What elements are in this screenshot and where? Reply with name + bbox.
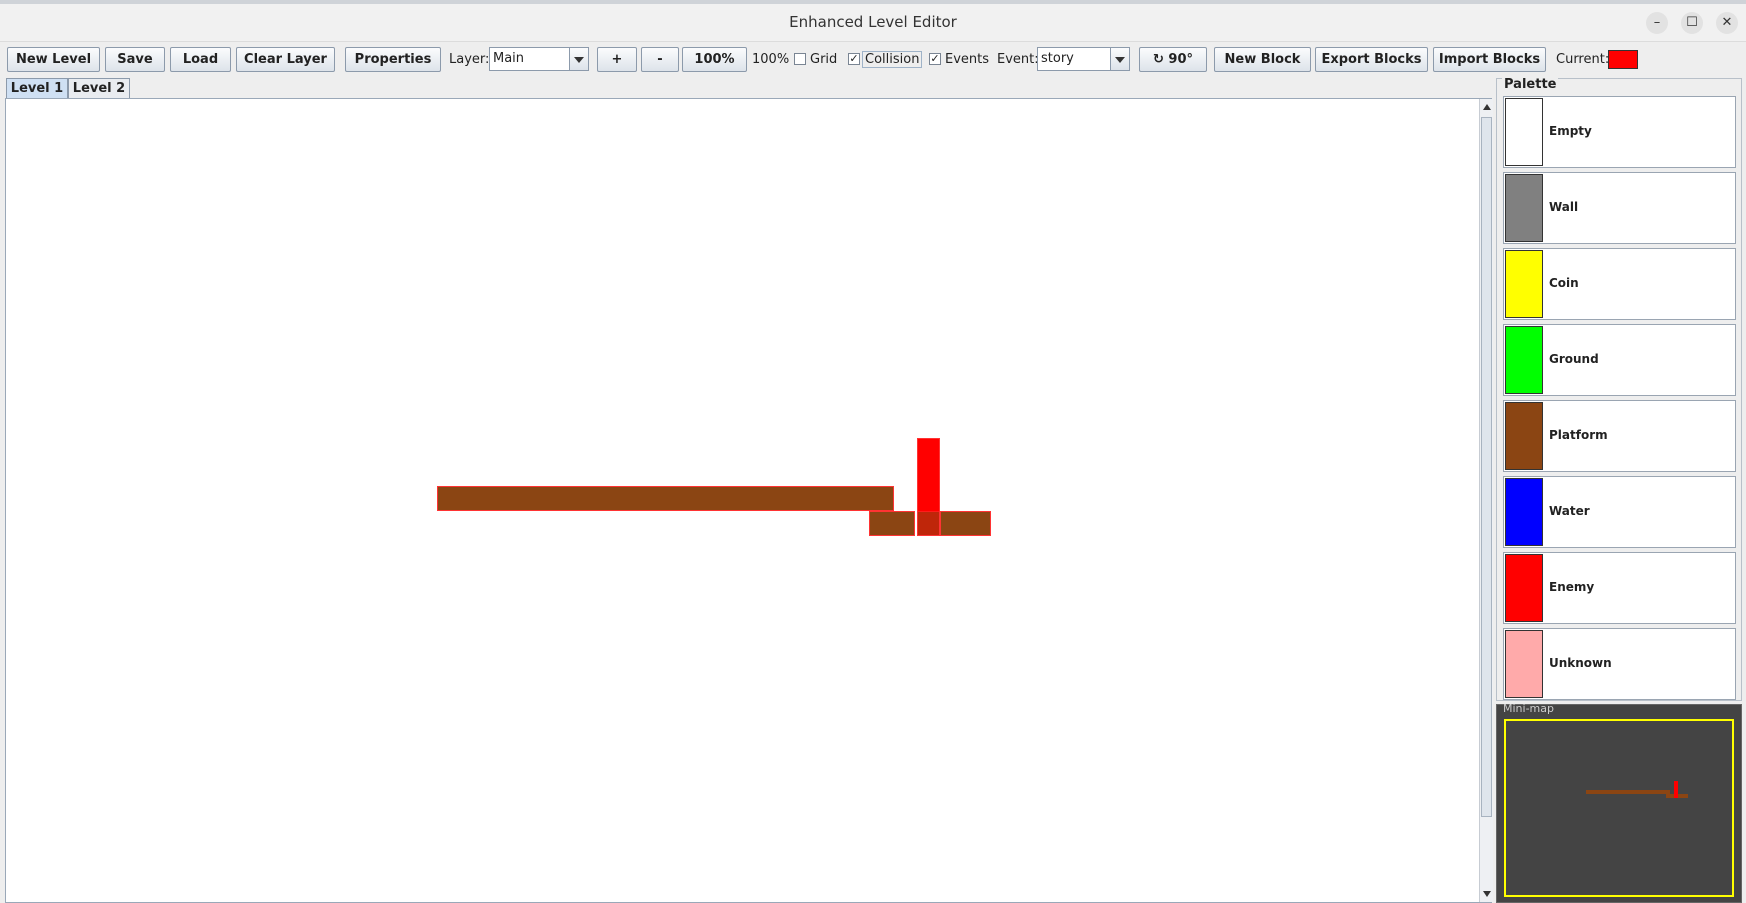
palette-swatch: [1505, 250, 1543, 318]
zoom-out-button[interactable]: -: [641, 47, 679, 72]
current-label: Current:: [1556, 52, 1610, 67]
minimize-button[interactable]: –: [1646, 12, 1668, 34]
scrollbar-thumb[interactable]: [1481, 117, 1492, 817]
platform-block[interactable]: [940, 511, 991, 536]
palette-item-platform[interactable]: Platform: [1503, 400, 1736, 472]
event-label: Event:: [997, 52, 1039, 67]
tab-level-2[interactable]: Level 2: [68, 78, 130, 98]
chevron-down-icon[interactable]: [569, 48, 588, 70]
new-block-button[interactable]: New Block: [1214, 47, 1311, 72]
events-checkbox[interactable]: ✓: [929, 53, 941, 65]
palette-item-label: Platform: [1549, 428, 1608, 442]
palette-item-label: Ground: [1549, 352, 1599, 366]
palette-item-label: Enemy: [1549, 580, 1595, 594]
window-title: Enhanced Level Editor: [789, 13, 957, 31]
palette-swatch: [1505, 402, 1543, 470]
palette-swatch: [1505, 630, 1543, 698]
title-bar: Enhanced Level Editor – ☐ ✕: [0, 4, 1746, 42]
minimap-panel[interactable]: Mini-map: [1496, 702, 1742, 903]
zoom-reset-button[interactable]: 100%: [682, 47, 747, 72]
palette-swatch: [1505, 174, 1543, 242]
minimap-platform: [1586, 790, 1670, 794]
minimap-title: Mini-map: [1503, 702, 1554, 715]
palette-item-ground[interactable]: Ground: [1503, 324, 1736, 396]
palette-swatch: [1505, 554, 1543, 622]
vertical-scrollbar[interactable]: [1479, 99, 1493, 902]
rotate-button[interactable]: ↻ 90°: [1139, 47, 1207, 72]
palette-item-enemy[interactable]: Enemy: [1503, 552, 1736, 624]
chevron-down-icon[interactable]: [1110, 48, 1129, 70]
collision-checkbox[interactable]: ✓: [848, 53, 860, 65]
palette-item-wall[interactable]: Wall: [1503, 172, 1736, 244]
event-select[interactable]: story: [1037, 47, 1130, 71]
collision-label: Collision: [862, 51, 923, 68]
zoom-in-button[interactable]: +: [597, 47, 637, 72]
export-blocks-button[interactable]: Export Blocks: [1315, 47, 1428, 72]
event-select-value: story: [1041, 51, 1074, 66]
tab-level-1[interactable]: Level 1: [6, 78, 68, 98]
layer-label: Layer:: [449, 52, 490, 67]
platform-block[interactable]: [869, 511, 915, 536]
zoom-readout: 100%: [752, 52, 790, 67]
palette-item-water[interactable]: Water: [1503, 476, 1736, 548]
palette-item-label: Coin: [1549, 276, 1579, 290]
minimap-viewport[interactable]: [1504, 719, 1734, 897]
palette-swatch: [1505, 98, 1543, 166]
scroll-down-icon[interactable]: [1483, 891, 1491, 897]
layer-select[interactable]: Main: [489, 47, 589, 71]
palette-swatch: [1505, 326, 1543, 394]
palette-item-unknown[interactable]: Unknown: [1503, 628, 1736, 700]
new-level-button[interactable]: New Level: [7, 47, 100, 72]
palette-item-label: Empty: [1549, 124, 1592, 138]
palette-item-label: Wall: [1549, 200, 1579, 214]
palette-title: Palette: [1502, 77, 1559, 92]
events-label: Events: [945, 52, 990, 67]
maximize-button[interactable]: ☐: [1681, 12, 1703, 34]
load-button[interactable]: Load: [170, 47, 231, 72]
level-tabs: Level 1 Level 2: [0, 76, 1490, 98]
import-blocks-button[interactable]: Import Blocks: [1433, 47, 1546, 72]
grid-label: Grid: [810, 52, 838, 67]
editor-window: Enhanced Level Editor – ☐ ✕ New Level Sa…: [0, 4, 1746, 903]
palette-item-label: Unknown: [1549, 656, 1612, 670]
palette-item-coin[interactable]: Coin: [1503, 248, 1736, 320]
grid-checkbox[interactable]: [794, 53, 806, 65]
platform-block[interactable]: [437, 486, 894, 511]
current-color-swatch: [1608, 50, 1638, 69]
layer-select-value: Main: [493, 51, 525, 66]
platform-block[interactable]: [917, 511, 940, 536]
palette-panel: Palette Empty Wall Coin Ground Platform …: [1496, 77, 1742, 701]
minimap-enemy: [1674, 781, 1678, 798]
palette-item-empty[interactable]: Empty: [1503, 96, 1736, 168]
clear-layer-button[interactable]: Clear Layer: [236, 47, 335, 72]
scroll-up-icon[interactable]: [1483, 104, 1491, 110]
level-canvas[interactable]: [5, 98, 1493, 903]
close-button[interactable]: ✕: [1716, 12, 1738, 34]
palette-item-label: Water: [1549, 504, 1590, 518]
properties-button[interactable]: Properties: [345, 47, 441, 72]
palette-swatch: [1505, 478, 1543, 546]
save-button[interactable]: Save: [105, 47, 165, 72]
toolbar: New Level Save Load Clear Layer Properti…: [0, 42, 1746, 76]
